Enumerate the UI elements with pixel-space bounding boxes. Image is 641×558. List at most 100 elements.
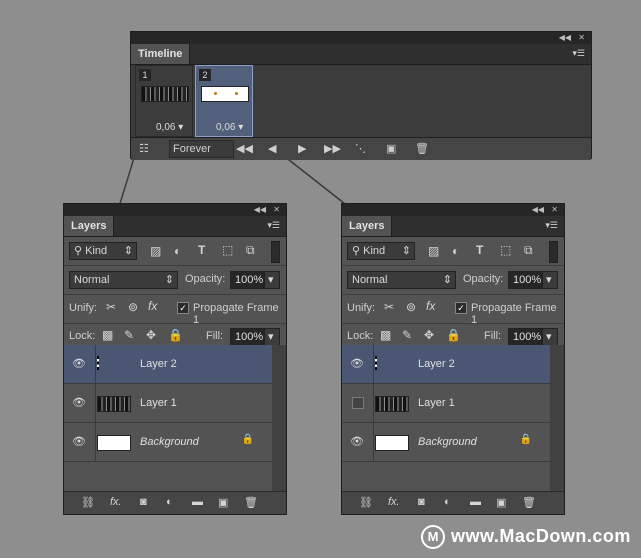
filter-shape-icon[interactable]: ⬚ (222, 243, 233, 257)
new-layer-icon[interactable]: ▣ (496, 496, 506, 509)
filter-kind-select[interactable]: ⚲ Kind ⇕ (347, 242, 415, 260)
delete-frame-icon[interactable]: 🗑 (415, 142, 429, 155)
collapse-icon[interactable]: ◀◀ (532, 204, 544, 216)
filter-smartobject-icon[interactable]: ⧉ (524, 243, 533, 258)
lock-transparent-icon[interactable]: ▩ (102, 328, 113, 342)
filter-pixel-icon[interactable]: ▨ (150, 244, 161, 258)
layer-name[interactable]: Layer 2 (418, 358, 455, 370)
fx-icon[interactable]: fx. (388, 496, 400, 508)
lock-position-icon[interactable]: ✥ (424, 328, 434, 342)
lock-position-icon[interactable]: ✥ (146, 328, 156, 342)
unify-visibility-icon[interactable]: ⊚ (406, 300, 416, 314)
fx-icon[interactable]: fx. (110, 496, 122, 508)
lock-transparent-icon[interactable]: ▩ (380, 328, 391, 342)
panel-menu-icon[interactable]: ▾☰ (545, 220, 558, 231)
next-frame-icon[interactable]: ▶▶ (324, 142, 341, 155)
eye-icon[interactable]: 👁 (70, 435, 88, 448)
layer-row[interactable]: 👁 Layer 2 (64, 345, 272, 384)
link-layers-icon[interactable]: ⛓ (81, 496, 95, 509)
visibility-off-box[interactable] (352, 397, 364, 409)
filter-pixel-icon[interactable]: ▨ (428, 244, 439, 258)
filter-type-icon[interactable]: T (476, 243, 483, 257)
unify-position-icon[interactable]: ✂ (106, 300, 116, 314)
opacity-dropdown[interactable]: ▾ (264, 271, 280, 289)
tab-layers[interactable]: Layers (64, 216, 115, 236)
filter-shape-icon[interactable]: ⬚ (500, 243, 511, 257)
propagate-checkbox[interactable]: ✓ (177, 302, 189, 314)
group-icon[interactable]: ▬ (192, 496, 203, 508)
propagate-checkbox[interactable]: ✓ (455, 302, 467, 314)
loop-select[interactable]: Forever (169, 140, 234, 158)
layer-name[interactable]: Layer 1 (418, 397, 455, 409)
filter-type-icon[interactable]: T (198, 243, 205, 257)
adjustment-layer-icon[interactable]: ◐ (444, 496, 451, 508)
opacity-dropdown[interactable]: ▾ (542, 271, 558, 289)
eye-icon[interactable]: 👁 (348, 357, 366, 370)
lock-all-icon[interactable]: 🔒 (168, 328, 183, 342)
unify-style-icon[interactable]: fx (426, 299, 435, 313)
unify-style-icon[interactable]: fx (148, 299, 157, 313)
filter-adjustment-icon[interactable]: ◐ (452, 244, 459, 258)
layers-bottom-bar: ⛓ fx. ◙ ◐ ▬ ▣ 🗑 (64, 491, 286, 514)
filter-adjustment-icon[interactable]: ◐ (174, 244, 181, 258)
panel-menu-icon[interactable]: ▾☰ (572, 48, 585, 59)
group-icon[interactable]: ▬ (470, 496, 481, 508)
filter-toggle[interactable] (549, 241, 558, 263)
layer-name[interactable]: Layer 2 (140, 358, 177, 370)
filter-smartobject-icon[interactable]: ⧉ (246, 243, 255, 258)
fill-field[interactable]: 100% (508, 328, 542, 346)
layer-row[interactable]: 👁 Layer 1 (64, 384, 272, 423)
layer-name[interactable]: Background (418, 436, 477, 448)
layer-row[interactable]: 👁 Layer 2 (342, 345, 550, 384)
panel-menu-icon[interactable]: ▾☰ (267, 220, 280, 231)
opacity-field[interactable]: 100% (230, 271, 264, 289)
tab-timeline[interactable]: Timeline (131, 44, 191, 64)
previous-frame-icon[interactable]: ◀ (268, 142, 276, 155)
frame-delay[interactable]: 0,06 ▾ (156, 122, 183, 133)
frame-delay[interactable]: 0,06 ▾ (216, 122, 243, 133)
frame-2[interactable]: 2 0,06 ▾ (195, 65, 253, 137)
layers-scrollbar[interactable] (272, 345, 286, 499)
lock-image-icon[interactable]: ✎ (124, 328, 134, 342)
layers-scrollbar[interactable] (550, 345, 564, 499)
filter-kind-select[interactable]: ⚲ Kind ⇕ (69, 242, 137, 260)
add-mask-icon[interactable]: ◙ (418, 496, 425, 508)
lock-all-icon[interactable]: 🔒 (446, 328, 461, 342)
link-layers-icon[interactable]: ⛓ (359, 496, 373, 509)
unify-position-icon[interactable]: ✂ (384, 300, 394, 314)
duplicate-frame-icon[interactable]: ▣ (386, 142, 396, 155)
lock-image-icon[interactable]: ✎ (402, 328, 412, 342)
collapse-icon[interactable]: ◀◀ (559, 32, 571, 44)
delete-layer-icon[interactable]: 🗑 (522, 496, 536, 509)
layer-name[interactable]: Background (140, 436, 199, 448)
layer-row[interactable]: Layer 1 (342, 384, 550, 423)
first-frame-icon[interactable]: ◀◀ (236, 142, 253, 155)
convert-to-video-timeline-icon[interactable]: ☷ (139, 142, 149, 155)
frame-1[interactable]: 1 0,06 ▾ (135, 65, 193, 137)
blend-mode-select[interactable]: Normal ⇕ (347, 271, 456, 289)
close-icon[interactable]: ✕ (551, 204, 558, 216)
play-icon[interactable]: ▶ (298, 142, 306, 155)
layer-row[interactable]: 👁 Background 🔒 (342, 423, 550, 462)
fill-field[interactable]: 100% (230, 328, 264, 346)
delete-layer-icon[interactable]: 🗑 (244, 496, 258, 509)
layer-name[interactable]: Layer 1 (140, 397, 177, 409)
tab-layers[interactable]: Layers (342, 216, 393, 236)
fill-dropdown[interactable]: ▾ (264, 328, 280, 346)
opacity-field[interactable]: 100% (508, 271, 542, 289)
tween-icon[interactable]: ⋱ (355, 142, 366, 155)
unify-visibility-icon[interactable]: ⊚ (128, 300, 138, 314)
new-layer-icon[interactable]: ▣ (218, 496, 228, 509)
adjustment-layer-icon[interactable]: ◐ (166, 496, 173, 508)
collapse-icon[interactable]: ◀◀ (254, 204, 266, 216)
blend-mode-select[interactable]: Normal ⇕ (69, 271, 178, 289)
eye-icon[interactable]: 👁 (70, 396, 88, 409)
eye-icon[interactable]: 👁 (348, 435, 366, 448)
fill-dropdown[interactable]: ▾ (542, 328, 558, 346)
eye-icon[interactable]: 👁 (70, 357, 88, 370)
filter-toggle[interactable] (271, 241, 280, 263)
close-icon[interactable]: ✕ (578, 32, 585, 44)
layer-row[interactable]: 👁 Background 🔒 (64, 423, 272, 462)
close-icon[interactable]: ✕ (273, 204, 280, 216)
add-mask-icon[interactable]: ◙ (140, 496, 147, 508)
